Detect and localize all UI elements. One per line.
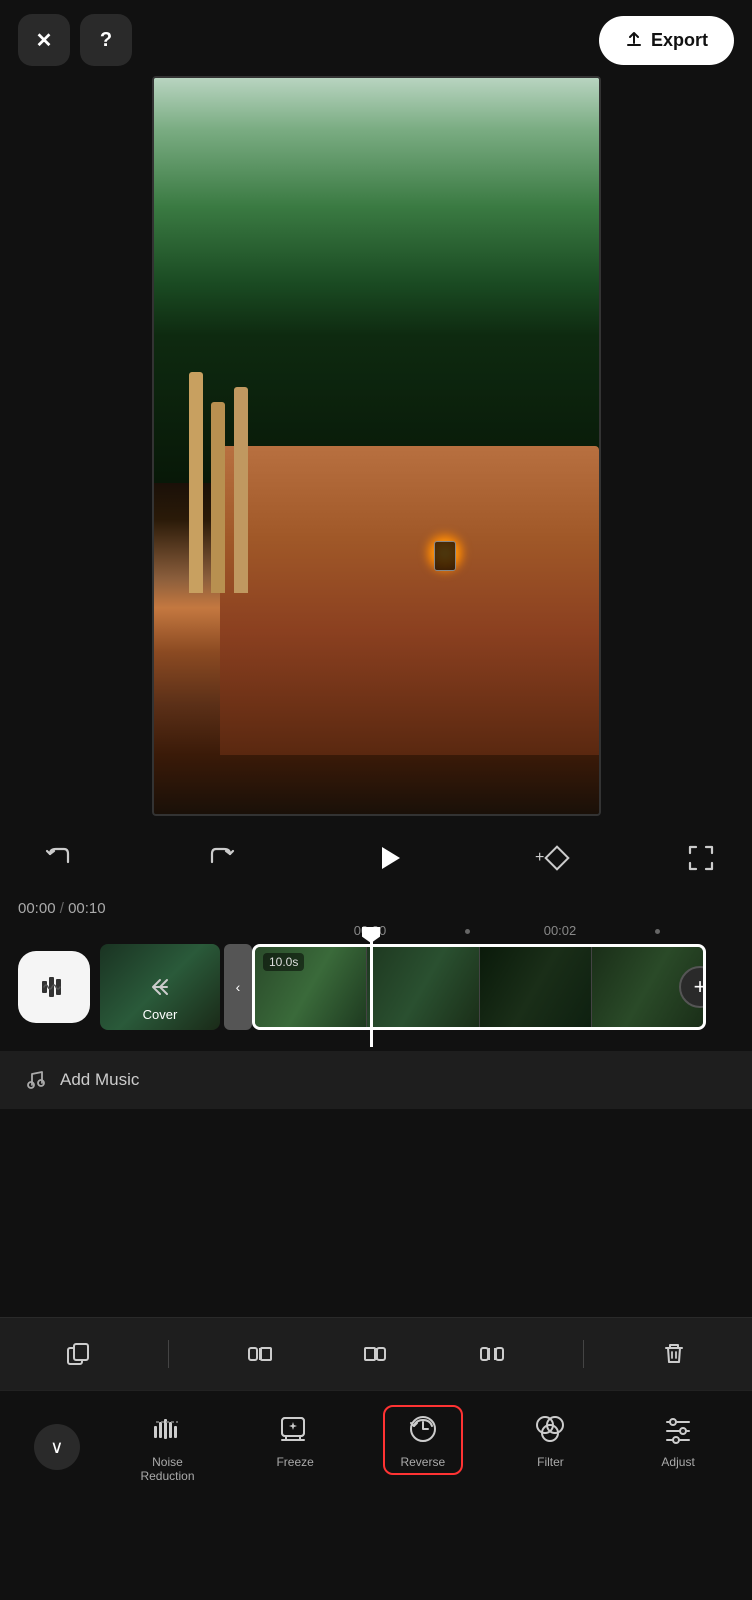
video-clip-strip[interactable]: 10.0s +	[252, 944, 706, 1030]
export-icon	[625, 31, 643, 49]
fullscreen-button[interactable]	[686, 843, 716, 873]
edit-toolbar	[0, 1317, 752, 1390]
scrubber-chevron[interactable]: ‹	[224, 944, 252, 1030]
current-time: 00:00 / 00:10	[18, 900, 106, 917]
plus-icon: +	[535, 849, 544, 867]
tool-adjust[interactable]: Adjust	[638, 1405, 718, 1475]
top-bar: ✕ ? Export	[0, 0, 752, 76]
timeline-area: Cover ‹ 10.0s +	[0, 927, 752, 1047]
video-preview	[152, 76, 601, 816]
freeze-label: Freeze	[276, 1455, 313, 1469]
collapse-button[interactable]: ∨	[34, 1424, 80, 1470]
add-music-row[interactable]: Add Music	[0, 1051, 752, 1109]
clip-thumbs	[255, 947, 703, 1027]
redo-button[interactable]	[200, 836, 244, 880]
audio-button[interactable]	[18, 951, 90, 1023]
separator-2	[583, 1340, 584, 1368]
spacer-area	[0, 1117, 752, 1317]
bottom-toolbar: ∨ NoiseReduction	[0, 1390, 752, 1499]
reverse-icon	[405, 1411, 441, 1447]
export-label: Export	[651, 30, 708, 51]
export-button[interactable]: Export	[599, 16, 734, 65]
freeze-icon	[277, 1411, 313, 1447]
filter-icon	[532, 1411, 568, 1447]
timeline-section: 00:00 / 00:10 00:00 00:02	[0, 900, 752, 1117]
music-icon	[24, 1069, 46, 1091]
noise-reduction-icon	[149, 1411, 185, 1447]
tool-noise-reduction[interactable]: NoiseReduction	[127, 1405, 207, 1489]
trim-both-button[interactable]	[466, 1332, 518, 1376]
adjust-icon	[660, 1411, 696, 1447]
time-labels: 00:00 / 00:10	[0, 900, 752, 917]
chevron-down-icon: ∨	[50, 1437, 63, 1458]
cover-label: Cover	[143, 1007, 178, 1022]
tool-freeze[interactable]: Freeze	[255, 1405, 335, 1475]
trim-end-button[interactable]	[350, 1332, 402, 1376]
trim-start-button[interactable]	[234, 1332, 286, 1376]
clip-thumb-2	[367, 947, 479, 1027]
keyframe-button[interactable]: +	[535, 849, 566, 867]
noise-reduction-label: NoiseReduction	[140, 1455, 194, 1483]
play-button[interactable]	[363, 832, 415, 884]
clip-thumb-3	[480, 947, 592, 1027]
adjust-label: Adjust	[661, 1455, 694, 1469]
reverse-label: Reverse	[400, 1455, 445, 1469]
clip-duration: 10.0s	[263, 953, 304, 971]
add-music-label: Add Music	[60, 1070, 139, 1090]
copy-clip-button[interactable]	[52, 1332, 104, 1376]
separator-1	[168, 1340, 169, 1368]
diamond-icon	[545, 845, 570, 870]
delete-clip-button[interactable]	[648, 1332, 700, 1376]
filter-label: Filter	[537, 1455, 564, 1469]
undo-button[interactable]	[36, 836, 80, 880]
tool-reverse[interactable]: Reverse	[383, 1405, 463, 1475]
top-left-buttons: ✕ ?	[18, 14, 132, 66]
tool-filter[interactable]: Filter	[510, 1405, 590, 1475]
controls-bar: +	[0, 816, 752, 900]
cover-clip: Cover	[100, 944, 220, 1030]
close-button[interactable]: ✕	[18, 14, 70, 66]
help-button[interactable]: ?	[80, 14, 132, 66]
video-preview-inner	[154, 78, 599, 814]
chevron-icon: ‹	[236, 979, 241, 995]
playhead-top	[362, 927, 380, 943]
